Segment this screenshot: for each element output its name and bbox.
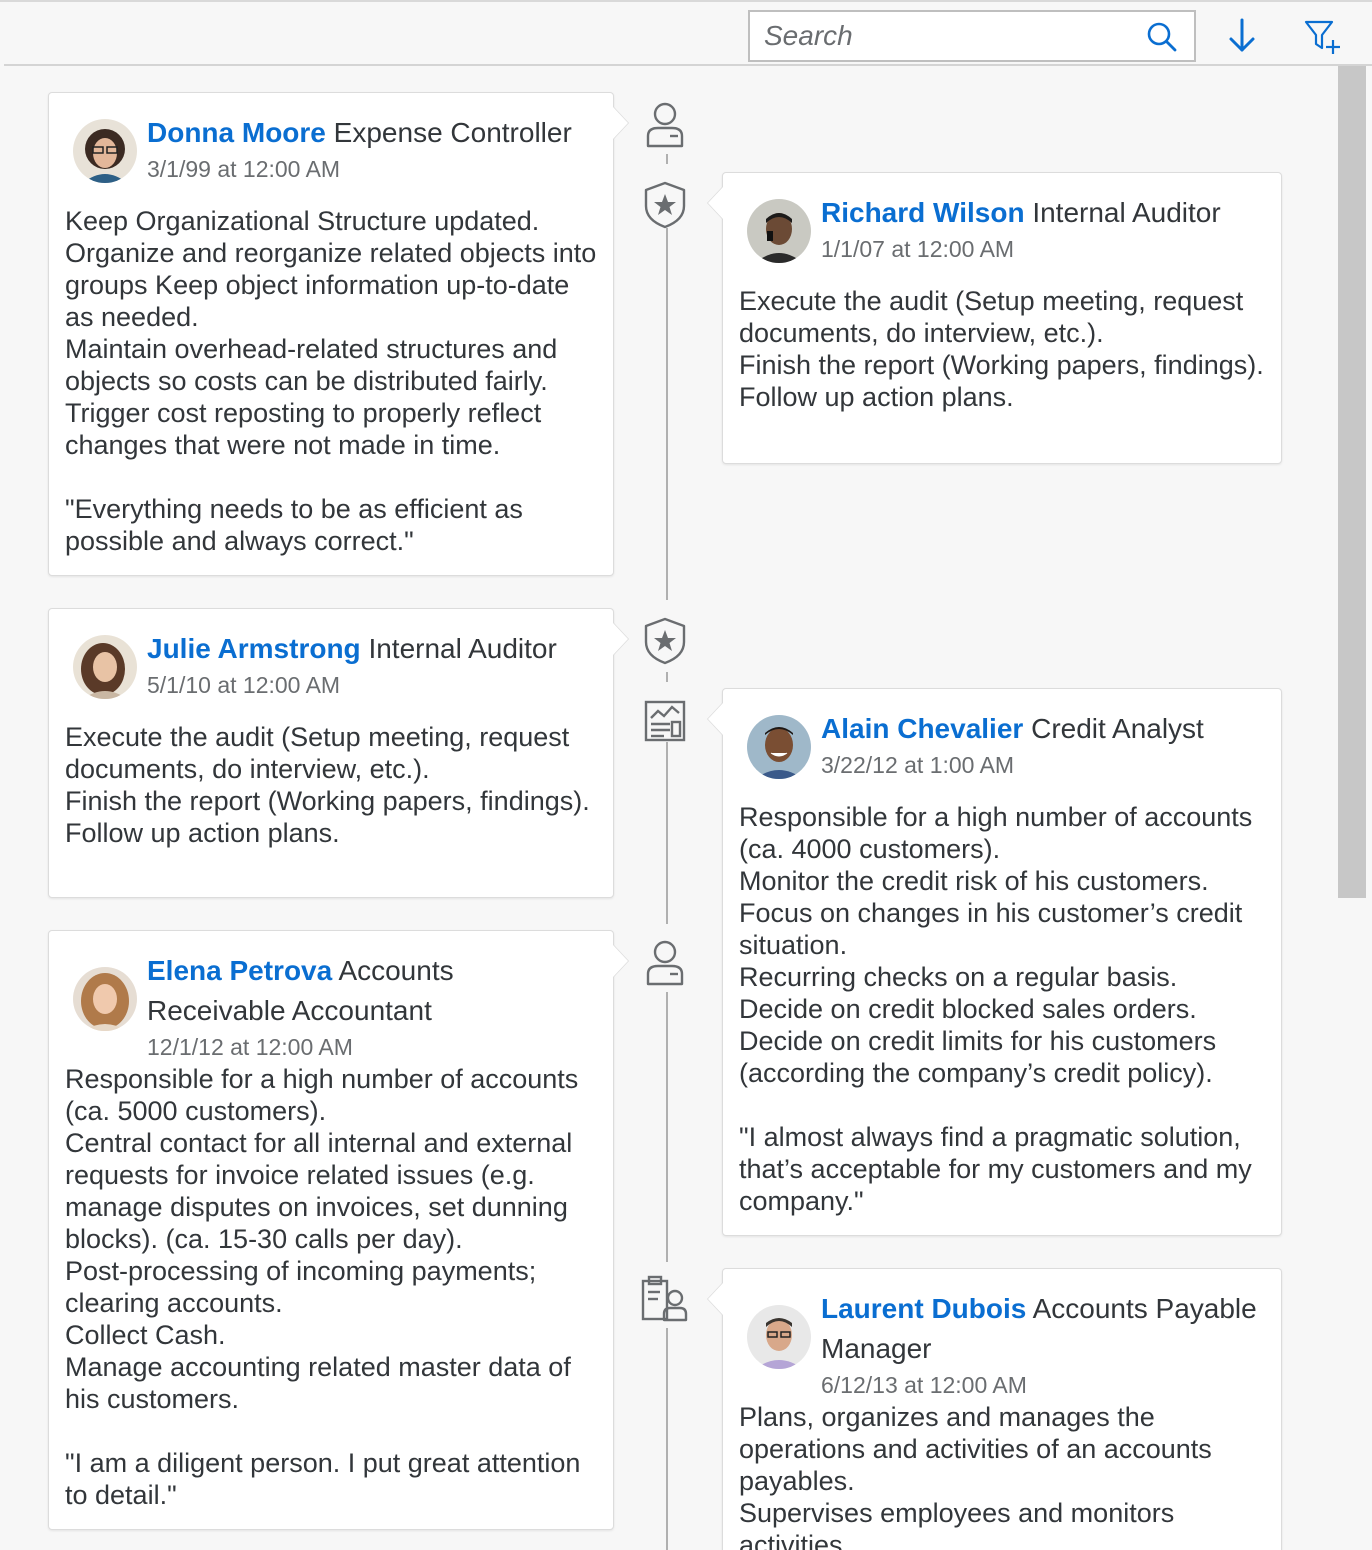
timeline-axis [666,1328,668,1550]
item-text: Keep Organizational Structure updated. O… [65,206,597,556]
author-name-link[interactable]: Elena Petrova [147,955,332,986]
timeline-axis [666,228,668,600]
sort-descending-icon[interactable] [1222,16,1262,56]
author-name-link[interactable]: Julie Armstrong [147,633,361,664]
timeline-axis [666,154,668,164]
author-name-link[interactable]: Richard Wilson [821,197,1025,228]
item-date: 3/1/99 at 12:00 AM [147,156,341,182]
report-chart-icon [644,700,686,742]
badge-star-icon [644,617,686,665]
timeline-axis [666,992,668,1262]
timeline-item: Alain Chevalier Credit Analyst 3/22/12 a… [722,688,1282,1236]
scrollbar-thumb[interactable] [1338,66,1366,898]
search-field[interactable] [748,10,1196,62]
avatar[interactable] [747,1305,811,1369]
author-name-link[interactable]: Alain Chevalier [821,713,1023,744]
item-text: Responsible for a high number of account… [739,802,1253,1216]
author-name-link[interactable]: Donna Moore [147,117,326,148]
employee-icon [646,940,684,986]
timeline-item: Richard Wilson Internal Auditor 1/1/07 a… [722,172,1282,464]
add-filter-icon[interactable] [1302,16,1342,56]
item-date: 6/12/13 at 12:00 AM [821,1372,1027,1398]
timeline-axis [666,742,668,924]
item-text: Responsible for a high number of account… [65,1064,581,1510]
item-text: Execute the audit (Setup meeting, reques… [65,722,590,848]
item-date: 5/1/10 at 12:00 AM [147,672,341,698]
item-date: 12/1/12 at 12:00 AM [147,1034,353,1060]
avatar[interactable] [747,715,811,779]
timeline-item: Julie Armstrong Internal Auditor 5/1/10 … [48,608,614,898]
author-role: Internal Auditor [368,633,557,664]
avatar[interactable] [73,967,137,1031]
timeline-axis [666,672,668,682]
timeline-item: Laurent Dubois Accounts Payable Manager … [722,1268,1282,1550]
avatar[interactable] [73,119,137,183]
item-date: 1/1/07 at 12:00 AM [821,236,1015,262]
search-icon[interactable] [1146,21,1178,53]
employee-icon [646,102,684,148]
badge-star-icon [644,181,686,229]
search-input[interactable] [764,18,1124,54]
author-name-link[interactable]: Laurent Dubois [821,1293,1026,1324]
item-date: 3/22/12 at 1:00 AM [821,752,1015,778]
author-role: Expense Controller [333,117,572,148]
timeline-item: Donna Moore Expense Controller 3/1/99 at… [48,92,614,576]
timeline-content: Donna Moore Expense Controller 3/1/99 at… [0,66,1372,1550]
item-text: Plans, organizes and manages the operati… [739,1402,1212,1550]
author-role: Internal Auditor [1032,197,1221,228]
avatar[interactable] [73,635,137,699]
manager-clipboard-icon [641,1275,688,1322]
toolbar [0,0,1372,64]
avatar[interactable] [747,199,811,263]
item-text: Execute the audit (Setup meeting, reques… [739,286,1264,412]
timeline-item: Elena Petrova Accounts Receivable Accoun… [48,930,614,1530]
author-role: Credit Analyst [1031,713,1204,744]
